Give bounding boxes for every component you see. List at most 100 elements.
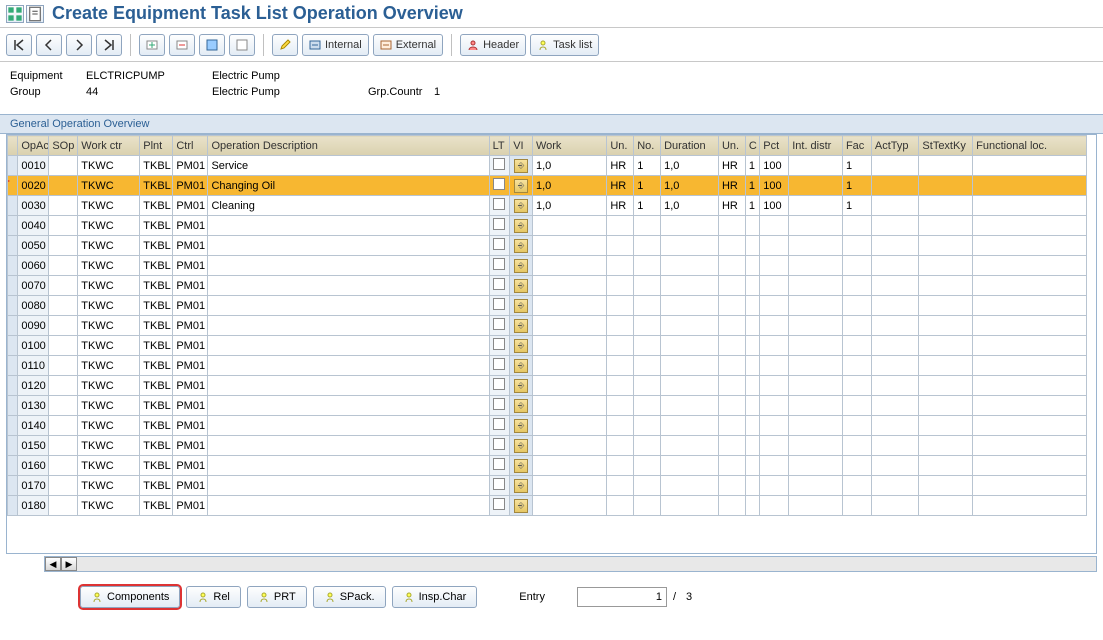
cell[interactable] (842, 376, 871, 396)
cell[interactable]: TKBL (140, 216, 173, 236)
cell[interactable] (789, 236, 843, 256)
checkbox-icon[interactable] (493, 158, 505, 170)
column-header[interactable]: Work (532, 136, 606, 156)
cell[interactable] (532, 356, 606, 376)
cell[interactable]: HR (607, 196, 634, 216)
structure-icon[interactable]: ⎆ (514, 439, 528, 453)
structure-icon[interactable]: ⎆ (514, 279, 528, 293)
cell[interactable] (871, 356, 919, 376)
cell[interactable]: TKWC (78, 416, 140, 436)
cell[interactable] (49, 356, 78, 376)
cell[interactable]: ⎆ (510, 296, 533, 316)
external-button[interactable]: External (373, 34, 443, 56)
cell[interactable] (718, 396, 745, 416)
cell[interactable]: TKWC (78, 236, 140, 256)
cell[interactable] (760, 436, 789, 456)
cell[interactable] (871, 416, 919, 436)
cell[interactable]: TKWC (78, 336, 140, 356)
cell[interactable] (842, 276, 871, 296)
table-row[interactable]: 0030TKWCTKBLPM01Cleaning⎆1,0HR11,0HR1100… (8, 196, 1087, 216)
cell[interactable]: TKBL (140, 156, 173, 176)
table-row[interactable]: 0010TKWCTKBLPM01Service⎆1,0HR11,0HR11001 (8, 156, 1087, 176)
cell[interactable]: 100 (760, 176, 789, 196)
checkbox-icon[interactable] (493, 278, 505, 290)
cell[interactable] (634, 276, 661, 296)
cell[interactable] (661, 416, 719, 436)
cell[interactable] (49, 456, 78, 476)
cell[interactable] (973, 396, 1087, 416)
cell[interactable] (789, 316, 843, 336)
cell[interactable] (8, 476, 18, 496)
cell[interactable] (8, 416, 18, 436)
cell[interactable]: TKBL (140, 256, 173, 276)
deselect-button[interactable] (229, 34, 255, 56)
cell[interactable] (789, 396, 843, 416)
cell[interactable] (871, 476, 919, 496)
cell[interactable] (919, 456, 973, 476)
structure-icon[interactable]: ⎆ (514, 379, 528, 393)
cell[interactable] (871, 196, 919, 216)
cell[interactable]: Service (208, 156, 489, 176)
structure-icon[interactable]: ⎆ (514, 159, 528, 173)
table-row[interactable]: 0050TKWCTKBLPM01⎆ (8, 236, 1087, 256)
cell[interactable] (661, 496, 719, 516)
cell[interactable]: TKBL (140, 296, 173, 316)
cell[interactable] (49, 476, 78, 496)
cell[interactable] (919, 316, 973, 336)
cell[interactable] (661, 476, 719, 496)
checkbox-icon[interactable] (493, 378, 505, 390)
cell[interactable] (871, 256, 919, 276)
cell[interactable]: HR (607, 156, 634, 176)
cell[interactable] (634, 396, 661, 416)
cell[interactable]: PM01 (173, 236, 208, 256)
cell[interactable]: PM01 (173, 356, 208, 376)
cell[interactable]: 0020 (18, 176, 49, 196)
cell[interactable] (718, 416, 745, 436)
cell[interactable] (49, 316, 78, 336)
cell[interactable] (871, 296, 919, 316)
cell[interactable]: 0050 (18, 236, 49, 256)
cell[interactable] (973, 196, 1087, 216)
cell[interactable]: PM01 (173, 296, 208, 316)
structure-icon[interactable]: ⎆ (514, 219, 528, 233)
cell[interactable] (718, 376, 745, 396)
cell[interactable] (8, 376, 18, 396)
cell[interactable]: ⎆ (510, 356, 533, 376)
cell[interactable]: Changing Oil (208, 176, 489, 196)
cell[interactable] (49, 216, 78, 236)
cell[interactable] (208, 236, 489, 256)
cell[interactable] (973, 416, 1087, 436)
cell[interactable] (919, 436, 973, 456)
cell[interactable] (789, 156, 843, 176)
cell[interactable] (718, 296, 745, 316)
cell[interactable] (661, 436, 719, 456)
cell[interactable] (842, 236, 871, 256)
scroll-left-icon[interactable]: ◀ (45, 557, 61, 571)
cell[interactable] (789, 216, 843, 236)
checkbox-icon[interactable] (493, 198, 505, 210)
cell[interactable] (634, 316, 661, 336)
column-header[interactable]: OpAc (18, 136, 49, 156)
cell[interactable] (919, 216, 973, 236)
cell[interactable] (718, 316, 745, 336)
cell[interactable] (607, 456, 634, 476)
cell[interactable] (489, 156, 510, 176)
cell[interactable] (745, 456, 759, 476)
checkbox-icon[interactable] (493, 258, 505, 270)
cell[interactable] (532, 376, 606, 396)
cell[interactable] (718, 456, 745, 476)
overview-icon[interactable] (6, 5, 24, 23)
cell[interactable]: PM01 (173, 396, 208, 416)
cell[interactable] (49, 376, 78, 396)
cell[interactable]: 1,0 (532, 156, 606, 176)
cell[interactable] (532, 496, 606, 516)
cell[interactable] (718, 436, 745, 456)
cell[interactable] (842, 256, 871, 276)
cell[interactable] (532, 296, 606, 316)
cell[interactable]: TKWC (78, 456, 140, 476)
cell[interactable] (489, 396, 510, 416)
cell[interactable] (208, 296, 489, 316)
cell[interactable] (871, 336, 919, 356)
cell[interactable] (973, 496, 1087, 516)
cell[interactable]: PM01 (173, 216, 208, 236)
